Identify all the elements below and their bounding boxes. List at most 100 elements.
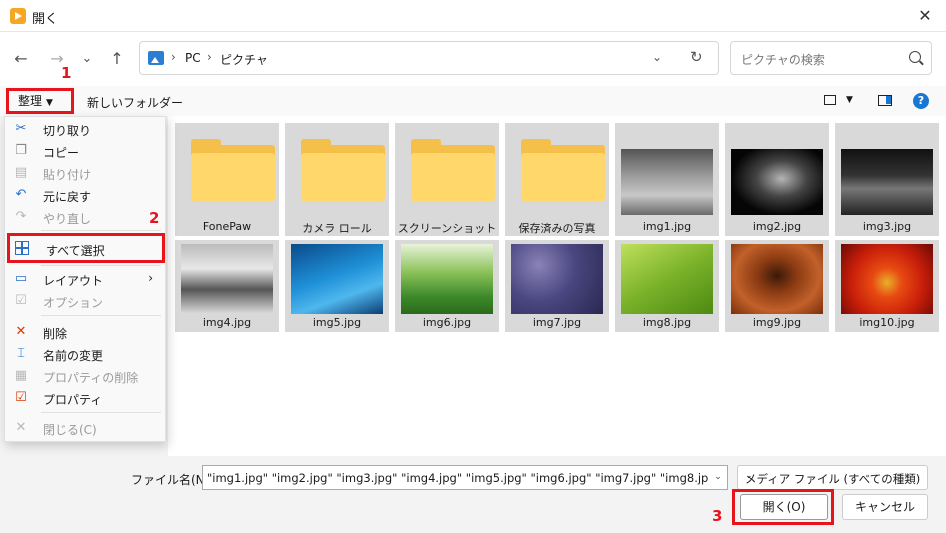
- filetype-select[interactable]: メディア ファイル (すべての種類) ⌄: [737, 465, 928, 490]
- rename-icon: ⌶: [17, 346, 25, 361]
- image-tile[interactable]: img10.jpg: [835, 240, 939, 332]
- organize-label: 整理: [18, 94, 43, 108]
- image-tile[interactable]: img5.jpg: [285, 240, 389, 332]
- view-icon[interactable]: [824, 95, 836, 105]
- menu-item-label: コピー: [43, 146, 80, 160]
- folder-icon: [181, 133, 275, 213]
- menu-item-label: オプション: [43, 296, 104, 310]
- menu-item-label: 名前の変更: [43, 349, 104, 363]
- file-name: img2.jpg: [752, 220, 802, 233]
- menu-item-copy[interactable]: ❐ コピー: [5, 140, 165, 162]
- back-button[interactable]: ←: [10, 48, 32, 70]
- menu-item-close[interactable]: ✕ 閉じる(C): [5, 417, 165, 439]
- image-tile[interactable]: img6.jpg: [395, 240, 499, 332]
- file-name: img10.jpg: [859, 316, 915, 329]
- image-tile[interactable]: img2.jpg: [725, 123, 829, 236]
- select-all-icon: [15, 241, 29, 255]
- menu-item-cut[interactable]: ✂ 切り取り: [5, 118, 165, 140]
- menu-item-properties[interactable]: ☑ プロパティ: [5, 387, 165, 409]
- recent-locations-button[interactable]: ⌄: [76, 48, 98, 70]
- menu-item-select-all[interactable]: すべて選択: [7, 233, 165, 263]
- image-thumbnail: [621, 244, 713, 314]
- file-name: img9.jpg: [752, 316, 802, 329]
- file-name: スクリーンショット: [397, 222, 497, 235]
- image-thumbnail: [731, 244, 823, 314]
- menu-item-options[interactable]: ☑ オプション: [5, 290, 165, 312]
- scissors-icon: ✂: [15, 121, 27, 136]
- navigation-bar: ← → ⌄ ↑ › PC › ピクチャ ⌄ ↻ ピクチャの検索: [0, 32, 946, 86]
- image-thumbnail: [731, 149, 823, 215]
- chevron-down-icon: ▼: [46, 98, 53, 108]
- paste-icon: ▤: [14, 165, 28, 180]
- image-tile[interactable]: img4.jpg: [175, 240, 279, 332]
- chevron-down-icon: ⌄: [745, 471, 753, 481]
- image-thumbnail: [841, 244, 933, 314]
- redo-icon: ↷: [15, 209, 27, 224]
- folder-icon: [401, 133, 495, 213]
- image-tile[interactable]: img1.jpg: [615, 123, 719, 236]
- menu-item-label: やり直し: [43, 212, 92, 226]
- menu-item-label: 削除: [43, 327, 68, 341]
- search-box[interactable]: ピクチャの検索: [730, 41, 932, 75]
- up-button[interactable]: ↑: [106, 48, 128, 70]
- menu-item-redo[interactable]: ↷ やり直し: [5, 206, 165, 228]
- menu-item-label: レイアウト: [43, 274, 104, 288]
- folder-tile[interactable]: スクリーンショット: [395, 123, 499, 236]
- image-thumbnail: [291, 244, 383, 314]
- menu-item-label: 切り取り: [43, 124, 92, 138]
- search-icon: [909, 51, 921, 63]
- image-tile[interactable]: img7.jpg: [505, 240, 609, 332]
- close-button[interactable]: ✕: [914, 5, 936, 27]
- filename-input[interactable]: "img1.jpg" "img2.jpg" "img3.jpg" "img4.j…: [202, 465, 728, 490]
- menu-item-label: プロパティ: [43, 393, 103, 407]
- organize-button[interactable]: 整理 ▼: [6, 88, 74, 114]
- menu-item-layout[interactable]: ▭ レイアウト ›: [5, 268, 165, 290]
- remove-properties-icon: ▦: [14, 368, 28, 383]
- menu-item-label: プロパティの削除: [43, 371, 139, 385]
- folder-tile[interactable]: 保存済みの写真: [505, 123, 609, 236]
- chevron-down-icon[interactable]: ▼: [846, 95, 853, 105]
- address-bar[interactable]: › PC › ピクチャ ⌄ ↻: [139, 41, 719, 75]
- image-tile[interactable]: img9.jpg: [725, 240, 829, 332]
- close-icon: ✕: [918, 6, 932, 25]
- file-name: img1.jpg: [642, 220, 692, 233]
- window-title: 開く: [32, 12, 59, 27]
- file-name: FonePaw: [202, 220, 252, 233]
- image-thumbnail: [841, 149, 933, 215]
- folder-tile[interactable]: FonePaw: [175, 123, 279, 236]
- menu-separator: [41, 315, 161, 316]
- help-icon[interactable]: ?: [913, 93, 929, 109]
- file-list: FonePaw カメラ ロール スクリーンショット 保存済みの写真 img1.j…: [168, 116, 946, 456]
- menu-item-label: すべて選択: [46, 244, 105, 258]
- file-name: img5.jpg: [312, 316, 362, 329]
- copy-icon: ❐: [15, 143, 27, 158]
- pictures-icon: [148, 51, 164, 65]
- cancel-button[interactable]: キャンセル: [842, 494, 928, 520]
- chevron-down-icon[interactable]: ⌄: [652, 50, 662, 64]
- breadcrumb-pc[interactable]: PC: [185, 51, 201, 65]
- image-thumbnail: [181, 244, 273, 314]
- preview-pane-icon[interactable]: [878, 95, 892, 106]
- step-marker-3: 3: [712, 507, 723, 525]
- command-bar: 整理 ▼ 新しいフォルダー ▼ ?: [0, 86, 946, 116]
- menu-item-rename[interactable]: ⌶ 名前の変更: [5, 343, 165, 365]
- menu-item-undo[interactable]: ↶ 元に戻す: [5, 184, 165, 206]
- menu-separator: [41, 265, 161, 266]
- menu-separator: [41, 230, 161, 231]
- file-name: img3.jpg: [862, 220, 912, 233]
- open-button[interactable]: 開く(O): [740, 494, 828, 520]
- step-marker-1: 1: [61, 64, 72, 82]
- image-tile[interactable]: img3.jpg: [835, 123, 939, 236]
- chevron-right-icon: ›: [148, 271, 153, 285]
- menu-item-delete[interactable]: ✕ 削除: [5, 321, 165, 343]
- menu-item-remove-properties[interactable]: ▦ プロパティの削除: [5, 365, 165, 387]
- image-tile[interactable]: img8.jpg: [615, 240, 719, 332]
- menu-item-paste[interactable]: ▤ 貼り付け: [5, 162, 165, 184]
- options-icon: ☑: [15, 293, 27, 308]
- app-icon: [10, 8, 26, 24]
- breadcrumb-pictures[interactable]: ピクチャ: [220, 51, 268, 68]
- folder-tile[interactable]: カメラ ロール: [285, 123, 389, 236]
- new-folder-button[interactable]: 新しいフォルダー: [87, 94, 183, 111]
- refresh-icon[interactable]: ↻: [690, 48, 703, 66]
- chevron-down-icon[interactable]: ⌄: [709, 466, 727, 489]
